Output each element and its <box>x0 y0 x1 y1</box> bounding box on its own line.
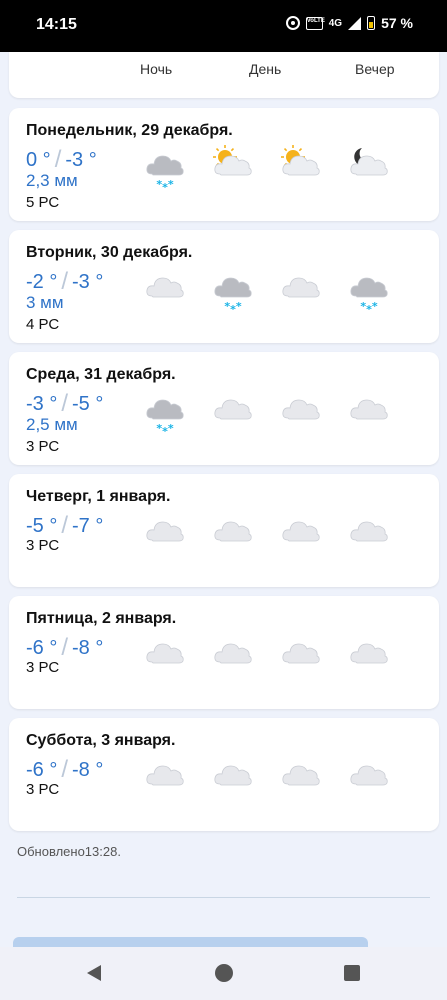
column-day-label: День <box>249 61 282 77</box>
day-card-5[interactable]: Суббота, 3 января. -6 ° / -8 ° 3 РС <box>9 718 439 831</box>
day-title: Суббота, 3 января. <box>26 732 176 749</box>
svg-text:*⁎*: *⁎* <box>156 422 174 434</box>
temp-high: -6 ° <box>26 758 58 781</box>
temp-separator: / <box>61 756 69 783</box>
cloud-moon-icon <box>348 144 390 188</box>
temp-low: -7 ° <box>72 514 104 537</box>
temp-separator: / <box>54 146 62 173</box>
svg-text:*⁎*: *⁎* <box>360 300 378 312</box>
svg-text:*⁎*: *⁎* <box>224 300 242 312</box>
precipitation: 2,3 мм <box>26 171 78 190</box>
partly-sunny-icon <box>212 144 254 188</box>
cloud-icon <box>144 266 186 310</box>
period-header: Ночь День Вечер <box>9 52 439 98</box>
cloud-icon <box>348 510 390 554</box>
temp-low: -8 ° <box>72 636 104 659</box>
temp-low: -3 ° <box>72 270 104 293</box>
day-title: Среда, 31 декабря. <box>26 366 176 383</box>
temperature-range: -6 ° / -8 ° <box>26 756 103 784</box>
day-card-4[interactable]: Пятница, 2 января. -6 ° / -8 ° 3 РС <box>9 596 439 709</box>
temp-separator: / <box>61 390 69 417</box>
cloud-icon <box>348 388 390 432</box>
cloud-icon <box>144 754 186 798</box>
temp-low: -8 ° <box>72 758 104 781</box>
cloud-icon <box>212 754 254 798</box>
cloud-icon <box>144 632 186 676</box>
battery-icon <box>367 16 376 30</box>
network-type-icon: 4G <box>328 17 343 29</box>
partly-sunny-icon <box>280 144 322 188</box>
system-nav-bar <box>0 947 447 1000</box>
data-saver-icon <box>285 16 300 30</box>
temp-separator: / <box>61 512 69 539</box>
day-card-3[interactable]: Четверг, 1 января. -5 ° / -7 ° 3 РС <box>9 474 439 587</box>
cloud-icon <box>144 510 186 554</box>
temp-low: -3 ° <box>65 148 97 171</box>
temperature-range: -6 ° / -8 ° <box>26 634 103 662</box>
cloud-icon <box>348 632 390 676</box>
day-title: Вторник, 30 декабря. <box>26 244 193 261</box>
cloud-icon <box>280 632 322 676</box>
day-title: Четверг, 1 января. <box>26 488 171 505</box>
cloud-icon <box>280 510 322 554</box>
status-icons: VoLTE 4G 57 % <box>285 15 413 31</box>
temp-separator: / <box>61 268 69 295</box>
temperature-range: -2 ° / -3 ° <box>26 268 103 296</box>
cloud-snow-icon: *⁎* <box>144 144 186 190</box>
precipitation: 3 мм <box>26 293 64 312</box>
temperature-range: -3 ° / -5 ° <box>26 390 103 418</box>
status-bar: 14:15 VoLTE 4G 57 % <box>0 0 447 52</box>
signal-icon <box>348 16 362 30</box>
wind: 3 РС <box>26 659 60 676</box>
wind: 4 РС <box>26 316 60 333</box>
temp-separator: / <box>61 634 69 661</box>
column-evening-label: Вечер <box>355 61 395 77</box>
temp-high: -5 ° <box>26 514 58 537</box>
cloud-icon <box>280 266 322 310</box>
wind: 3 РС <box>26 438 60 455</box>
divider <box>17 897 430 898</box>
day-title: Пятница, 2 января. <box>26 610 177 627</box>
day-title: Понедельник, 29 декабря. <box>26 122 233 139</box>
cloud-snow-icon: *⁎* <box>348 266 390 312</box>
cloud-snow-icon: *⁎* <box>212 266 254 312</box>
temperature-range: 0 ° / -3 ° <box>26 146 97 174</box>
wind: 5 РС <box>26 194 60 211</box>
cloud-icon <box>212 632 254 676</box>
status-time: 14:15 <box>36 16 77 33</box>
precipitation: 2,5 мм <box>26 415 78 434</box>
cloud-icon <box>212 388 254 432</box>
cloud-icon <box>280 754 322 798</box>
back-icon[interactable] <box>87 965 101 981</box>
day-card-0[interactable]: Понедельник, 29 декабря. 0 ° / -3 ° 2,3 … <box>9 108 439 221</box>
temp-high: -2 ° <box>26 270 58 293</box>
day-card-2[interactable]: Среда, 31 декабря. -3 ° / -5 ° 2,5 мм 3 … <box>9 352 439 465</box>
temp-high: -3 ° <box>26 392 58 415</box>
volte-icon: VoLTE <box>305 16 325 30</box>
temp-low: -5 ° <box>72 392 104 415</box>
home-icon[interactable] <box>215 964 233 982</box>
column-night-label: Ночь <box>140 61 173 77</box>
day-card-1[interactable]: Вторник, 30 декабря. -2 ° / -3 ° 3 мм 4 … <box>9 230 439 343</box>
last-updated: Обновлено13:28. <box>17 844 121 859</box>
recent-apps-icon[interactable] <box>344 965 360 981</box>
cloud-snow-icon: *⁎* <box>144 388 186 434</box>
temp-high: 0 ° <box>26 148 51 171</box>
battery-level: 57 % <box>381 15 413 31</box>
cloud-icon <box>348 754 390 798</box>
temperature-range: -5 ° / -7 ° <box>26 512 103 540</box>
temp-high: -6 ° <box>26 636 58 659</box>
wind: 3 РС <box>26 781 60 798</box>
cloud-icon <box>212 510 254 554</box>
wind: 3 РС <box>26 537 60 554</box>
cloud-icon <box>280 388 322 432</box>
svg-text:*⁎*: *⁎* <box>156 178 174 190</box>
